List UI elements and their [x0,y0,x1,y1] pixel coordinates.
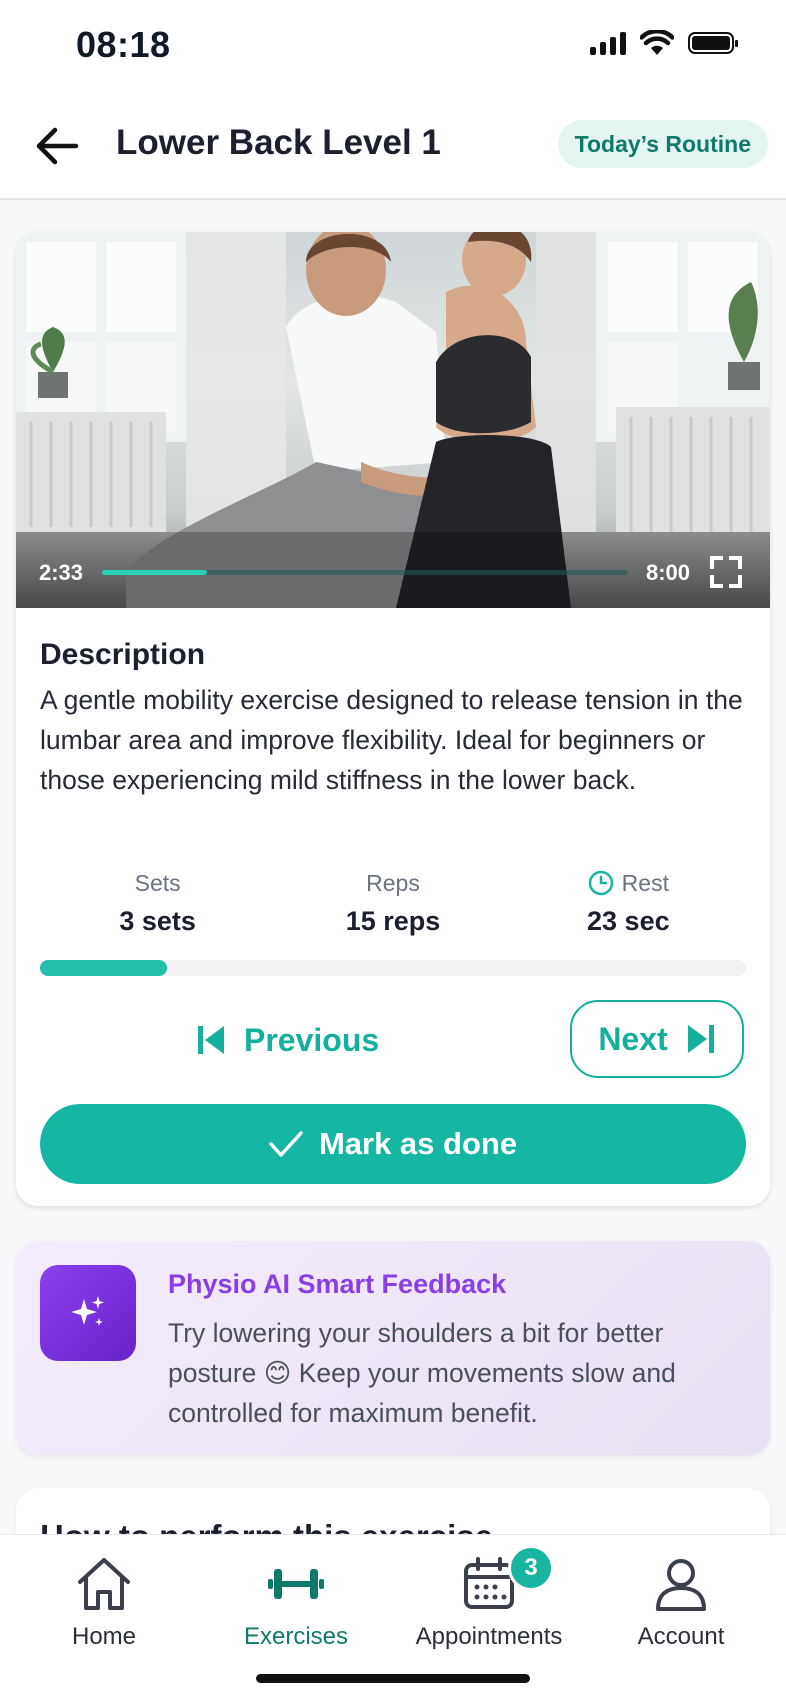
video-scrubber[interactable] [102,570,628,575]
description-text: A gentle mobility exercise designed to r… [40,685,743,795]
exercise-video-player[interactable]: 2:33 8:00 [16,232,770,608]
ai-feedback-card: Physio AI Smart Feedback Try lowering yo… [16,1241,770,1455]
exercise-card: 2:33 8:00 Description A gentle mobility … [16,232,770,1206]
account-icon [656,1559,706,1611]
mark-as-done-label: Mark as done [318,1126,518,1161]
skip-previous-icon [198,1026,224,1054]
description-heading: Description [40,638,206,671]
ai-feedback-text: Try lowering your shoulders a bit for be… [168,1318,676,1428]
exercise-stats: Sets 3 sets Reps 15 reps Rest 23 sec [40,868,746,938]
todays-routine-chip[interactable]: Today’s Routine [557,120,768,168]
video-current-time: 2:33 [39,560,84,585]
video-scene-image [16,232,770,608]
checkmark-icon [269,1131,303,1157]
wifi-icon [640,30,674,55]
appointments-badge: 3 [508,1545,554,1591]
next-button-label: Next [598,1020,668,1057]
nav-exercises-label: Exercises [243,1623,349,1650]
status-bar: 08:18 [0,0,786,95]
ai-feedback-title: Physio AI Smart Feedback [168,1269,507,1299]
stat-reps-label: Reps [366,869,420,896]
home-indicator [256,1674,530,1683]
status-time: 08:18 [76,24,171,65]
sparkles-icon [40,1265,136,1361]
page-title: Lower Back Level 1 [116,123,441,162]
home-icon [78,1558,130,1610]
stat-rest-value: 23 sec [587,906,670,936]
stat-sets-value: 3 sets [119,906,196,936]
previous-button[interactable]: Previous [196,1001,379,1079]
cellular-signal-icon [590,31,626,55]
video-duration: 8:00 [645,560,690,585]
battery-icon [688,32,738,54]
previous-button-label: Previous [244,1021,380,1058]
stat-sets: Sets 3 sets [40,868,275,938]
fullscreen-icon[interactable] [710,556,742,588]
dumbbell-icon [268,1569,324,1599]
clock-icon [588,870,613,896]
nav-appointments-label: Appointments [415,1623,563,1650]
back-button[interactable] [30,119,84,173]
skip-next-icon [687,1025,714,1053]
exercise-progress-bar [40,960,746,976]
stat-sets-label: Sets [134,869,181,896]
nav-account-label: Account [637,1623,725,1650]
stat-rest-label: Rest [621,869,669,896]
exercise-progress-fill [40,960,168,976]
stat-rest: Rest 23 sec [511,868,746,938]
nav-home-label: Home [71,1623,137,1650]
stat-reps-value: 15 reps [345,906,441,936]
nav-account[interactable]: Account [596,1551,766,1651]
mark-as-done-button[interactable]: Mark as done [40,1104,746,1184]
nav-exercises[interactable]: Exercises [211,1551,381,1651]
nav-appointments[interactable]: 3 Appointments [404,1545,574,1651]
stat-reps: Reps 15 reps [275,868,510,938]
status-icons [590,30,738,56]
video-scrubber-fill [102,570,208,575]
arrow-left-icon [36,127,79,165]
nav-home[interactable]: Home [19,1551,189,1651]
next-button[interactable]: Next [570,1000,744,1078]
app-header: Lower Back Level 1 Today’s Routine [0,95,786,200]
